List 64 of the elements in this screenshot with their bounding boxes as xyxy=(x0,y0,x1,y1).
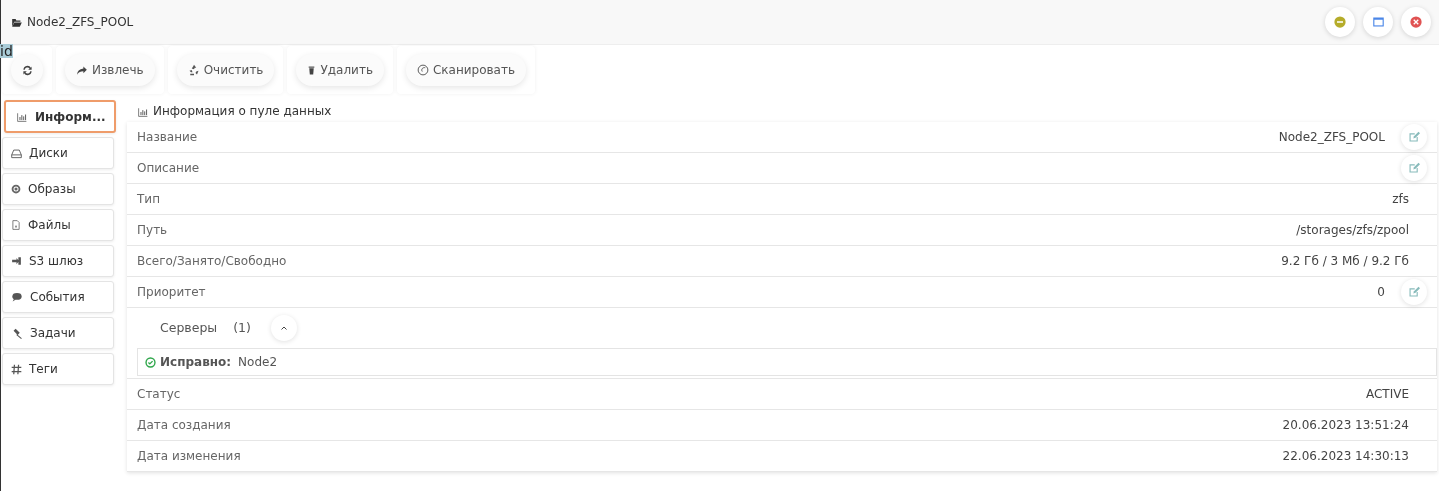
file-icon xyxy=(11,219,21,231)
bar-chart-icon xyxy=(16,111,28,122)
edit-icon xyxy=(1408,286,1420,298)
edit-icon xyxy=(1408,131,1420,143)
field-label: Путь xyxy=(137,222,168,239)
sidebar-tab[interactable]: Задачи xyxy=(2,317,114,349)
field-label: Тип xyxy=(137,191,160,208)
refresh-icon xyxy=(21,64,33,76)
drive-icon xyxy=(11,147,22,159)
field-value: /storages/zfs/zpool xyxy=(1296,222,1409,239)
refresh-button[interactable] xyxy=(11,54,43,86)
field-label: Название xyxy=(137,129,198,146)
delete-button[interactable]: Удалить xyxy=(296,54,384,86)
hash-icon xyxy=(11,363,22,375)
folder-icon xyxy=(11,17,23,28)
sidebar-tab[interactable]: Диски xyxy=(2,137,114,169)
maximize-button[interactable] xyxy=(1363,7,1393,37)
field-value: Node2_ZFS_POOL xyxy=(1278,129,1385,146)
field-value: ACTIVE xyxy=(1365,386,1409,403)
edit-button[interactable] xyxy=(1401,155,1427,181)
disc-icon xyxy=(11,184,21,194)
window-title: Node2_ZFS_POOL xyxy=(27,14,134,31)
field-label: Описание xyxy=(137,160,200,177)
edit-button[interactable] xyxy=(1401,124,1427,150)
field-label: Статус xyxy=(137,386,181,403)
check-circle-icon xyxy=(145,356,156,368)
field-value: 9.2 Гб / 3 Мб / 9.2 Гб xyxy=(1281,253,1409,270)
selected-text: id xyxy=(0,44,13,58)
field-label: Дата изменения xyxy=(137,448,241,465)
edit-icon xyxy=(1408,162,1420,174)
field-label: Всего/Занято/Свободно xyxy=(137,253,287,270)
server-name: Node2 xyxy=(238,354,277,371)
sidebar-tab[interactable]: События xyxy=(2,281,114,313)
field-value: zfs xyxy=(1392,191,1409,208)
sidebar-tab[interactable]: Файлы xyxy=(2,209,114,241)
close-icon xyxy=(1410,16,1422,28)
status-label: Исправно: xyxy=(160,354,232,371)
field-value: 0 xyxy=(1377,284,1385,301)
field-value: 20.06.2023 13:51:24 xyxy=(1282,417,1409,434)
extract-button[interactable]: Извлечь xyxy=(65,54,155,86)
sidebar-tab[interactable]: Образы xyxy=(2,173,114,205)
sign-in-icon xyxy=(11,256,22,266)
maximize-icon xyxy=(1371,16,1385,28)
chevron-up-icon xyxy=(279,324,288,332)
bar-chart-icon xyxy=(137,106,149,117)
sidebar-tab[interactable]: Информ... xyxy=(4,100,116,133)
minimize-icon xyxy=(1334,16,1346,28)
servers-label: Серверы xyxy=(160,318,218,337)
edit-button[interactable] xyxy=(1401,279,1427,305)
minimize-button[interactable] xyxy=(1325,7,1355,37)
servers-count: (1) xyxy=(233,318,251,337)
trash-icon xyxy=(307,64,317,76)
clean-button[interactable]: Очистить xyxy=(176,54,275,86)
scan-icon xyxy=(416,64,429,76)
field-label: Приоритет xyxy=(137,284,206,301)
speech-bubble-icon xyxy=(11,292,23,302)
scan-button[interactable]: Сканировать xyxy=(405,54,527,86)
field-label: Дата создания xyxy=(137,417,231,434)
share-arrow-icon xyxy=(76,64,88,76)
field-value: 22.06.2023 14:30:13 xyxy=(1282,448,1409,465)
sidebar-tab[interactable]: Теги xyxy=(2,353,114,385)
close-button[interactable] xyxy=(1401,7,1431,37)
sidebar-tab[interactable]: S3 шлюз xyxy=(2,245,114,277)
panel-title: Информация о пуле данных xyxy=(153,103,332,120)
